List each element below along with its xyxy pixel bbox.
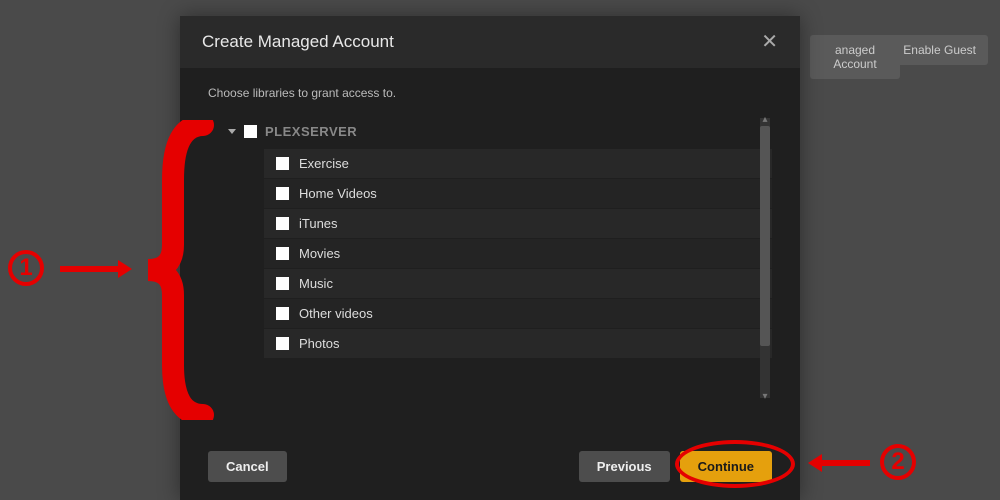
modal-header: Create Managed Account ✕ bbox=[180, 16, 800, 68]
library-tree: PLEXSERVER Exercise Home Videos iTunes bbox=[208, 118, 772, 398]
library-checkbox[interactable] bbox=[276, 157, 289, 170]
server-name-label: PLEXSERVER bbox=[265, 124, 357, 139]
previous-button[interactable]: Previous bbox=[579, 451, 670, 482]
continue-button[interactable]: Continue bbox=[680, 451, 772, 482]
caret-down-icon[interactable] bbox=[228, 129, 236, 134]
library-label: Music bbox=[299, 276, 333, 291]
library-label: iTunes bbox=[299, 216, 338, 231]
scroll-up-icon[interactable]: ▴ bbox=[760, 114, 770, 125]
library-row[interactable]: Music bbox=[264, 269, 772, 298]
library-checkbox[interactable] bbox=[276, 277, 289, 290]
library-label: Photos bbox=[299, 336, 339, 351]
annotation-step-2: 2 bbox=[880, 444, 916, 480]
library-label: Exercise bbox=[299, 156, 349, 171]
library-checkbox[interactable] bbox=[276, 307, 289, 320]
library-row[interactable]: Photos bbox=[264, 329, 772, 358]
library-row[interactable]: Home Videos bbox=[264, 179, 772, 208]
scrollbar-thumb[interactable] bbox=[760, 126, 770, 346]
library-row[interactable]: Movies bbox=[264, 239, 772, 268]
server-checkbox[interactable] bbox=[244, 125, 257, 138]
library-label: Home Videos bbox=[299, 186, 377, 201]
library-row[interactable]: Exercise bbox=[264, 149, 772, 178]
create-managed-account-modal: Create Managed Account ✕ Choose librarie… bbox=[180, 16, 800, 500]
library-checkbox[interactable] bbox=[276, 187, 289, 200]
scroll-down-icon[interactable]: ▾ bbox=[760, 391, 770, 402]
modal-title: Create Managed Account bbox=[202, 32, 394, 52]
close-icon[interactable]: ✕ bbox=[761, 32, 778, 52]
instructions-text: Choose libraries to grant access to. bbox=[208, 86, 772, 100]
library-checkbox[interactable] bbox=[276, 337, 289, 350]
cancel-button[interactable]: Cancel bbox=[208, 451, 287, 482]
modal-footer: Cancel Previous Continue bbox=[180, 437, 800, 500]
footer-right-group: Previous Continue bbox=[579, 451, 772, 482]
library-row[interactable]: Other videos bbox=[264, 299, 772, 328]
library-list: Exercise Home Videos iTunes Movies Music bbox=[264, 149, 772, 358]
library-checkbox[interactable] bbox=[276, 217, 289, 230]
modal-body: Choose libraries to grant access to. PLE… bbox=[180, 68, 800, 437]
annotation-arrow-2-icon bbox=[820, 460, 870, 466]
annotation-step-1: 1 bbox=[8, 250, 44, 286]
library-label: Movies bbox=[299, 246, 340, 261]
library-row[interactable]: iTunes bbox=[264, 209, 772, 238]
annotation-arrow-1-icon bbox=[60, 266, 120, 272]
server-row[interactable]: PLEXSERVER bbox=[224, 118, 772, 145]
library-checkbox[interactable] bbox=[276, 247, 289, 260]
bg-managed-account-button: anaged Account bbox=[810, 35, 900, 79]
bg-enable-guest-button: Enable Guest bbox=[891, 35, 988, 65]
library-label: Other videos bbox=[299, 306, 373, 321]
